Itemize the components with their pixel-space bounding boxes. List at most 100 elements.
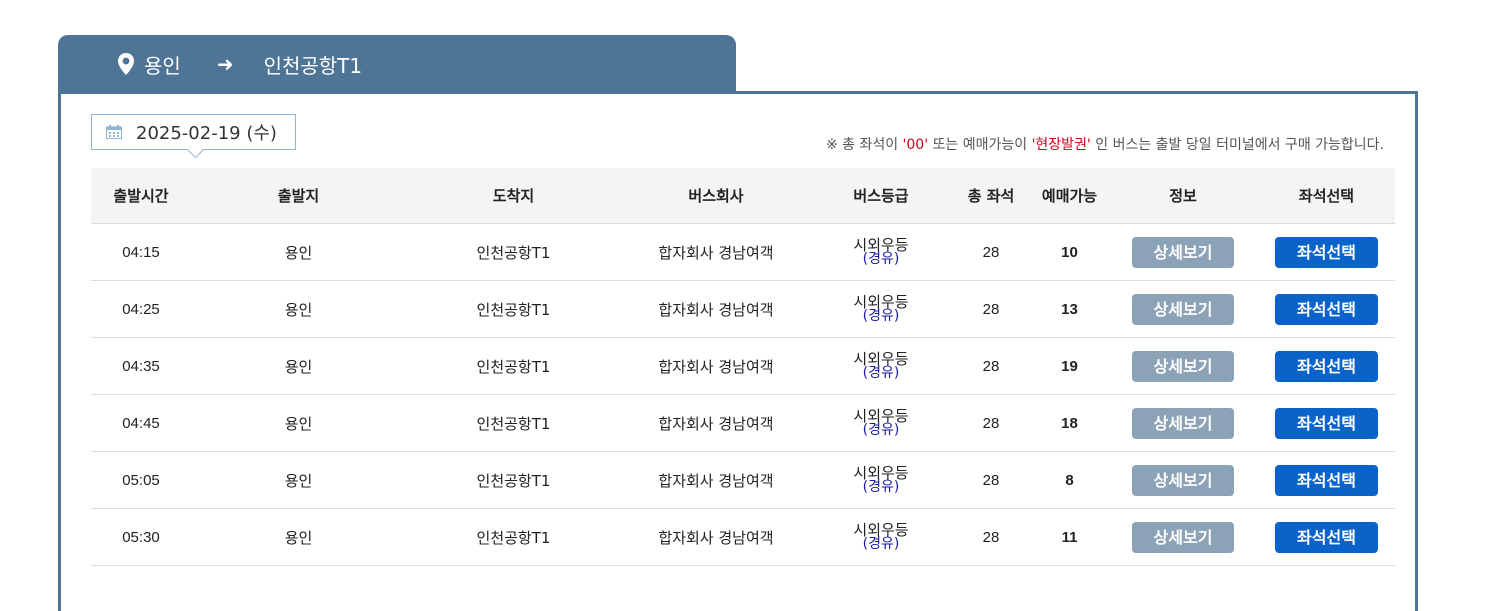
info-cell: 상세보기 [1108,508,1258,566]
table-row: 04:45 용인 인천공항T1 합자회사 경남여객 시외우등 (경유) 28 18… [91,394,1395,452]
header-info: 정보 [1108,168,1258,224]
notice-suffix: 인 버스는 출발 당일 터미널에서 구매 가능합니다. [1090,137,1384,153]
available-seats: 19 [1031,337,1108,395]
bus-company: 합자회사 경남여객 [621,280,811,338]
available-seats: 11 [1031,508,1108,566]
detail-button[interactable]: 상세보기 [1132,464,1234,496]
info-cell: 상세보기 [1108,337,1258,395]
total-seats: 28 [951,223,1031,281]
seat-select-button[interactable]: 좌석선택 [1275,236,1378,268]
seat-select-button[interactable]: 좌석선택 [1275,350,1378,382]
select-cell: 좌석선택 [1258,223,1395,281]
origin: 용인 [191,223,406,281]
notice-middle: 또는 예매가능이 [928,137,1032,153]
departure-time: 05:30 [91,508,191,566]
total-seats: 28 [951,394,1031,452]
header-destination: 도착지 [406,168,621,224]
available-seats: 8 [1031,451,1108,509]
available-seats: 18 [1031,394,1108,452]
bus-company: 합자회사 경남여객 [621,451,811,509]
detail-button[interactable]: 상세보기 [1132,236,1234,268]
total-seats: 28 [951,337,1031,395]
seat-select-button[interactable]: 좌석선택 [1275,407,1378,439]
total-seats: 28 [951,280,1031,338]
detail-button[interactable]: 상세보기 [1132,521,1234,553]
destination: 인천공항T1 [406,451,621,509]
bus-grade-cell: 시외우등 (경유) [811,280,951,338]
via-label: (경유) [862,307,900,324]
bus-company: 합자회사 경남여객 [621,337,811,395]
available-seats: 13 [1031,280,1108,338]
seat-select-button[interactable]: 좌석선택 [1275,521,1378,553]
bus-timetable: 출발시간 출발지 도착지 버스회사 버스등급 총 좌석 예매가능 정보 좌석선택… [91,168,1395,566]
table-row: 05:30 용인 인천공항T1 합자회사 경남여객 시외우등 (경유) 28 11… [91,508,1395,566]
bus-grade-cell: 시외우등 (경유) [811,337,951,395]
route-destination: 인천공항T1 [263,53,363,78]
origin: 용인 [191,280,406,338]
origin: 용인 [191,394,406,452]
destination: 인천공항T1 [406,508,621,566]
date-picker[interactable]: 2025-02-19 (수) [91,114,296,150]
destination: 인천공항T1 [406,280,621,338]
departure-time: 04:45 [91,394,191,452]
via-label: (경유) [862,250,900,267]
info-cell: 상세보기 [1108,280,1258,338]
header-total-seats: 총 좌석 [951,168,1031,224]
seat-select-button[interactable]: 좌석선택 [1275,293,1378,325]
select-cell: 좌석선택 [1258,337,1395,395]
header-bus-grade: 버스등급 [811,168,951,224]
notice-prefix: ※ 총 좌석이 [825,137,903,153]
info-cell: 상세보기 [1108,451,1258,509]
detail-button[interactable]: 상세보기 [1132,350,1234,382]
detail-button[interactable]: 상세보기 [1132,293,1234,325]
notice-zero-seats: '00' [902,137,929,153]
table-row: 04:25 용인 인천공항T1 합자회사 경남여객 시외우등 (경유) 28 13… [91,280,1395,338]
total-seats: 28 [951,508,1031,566]
selected-date: 2025-02-19 (수) [136,123,277,144]
header-origin: 출발지 [191,168,406,224]
notice-onsite: '현장발권' [1031,137,1091,153]
route-header: 용인 ➜ 인천공항T1 [58,35,736,93]
detail-button[interactable]: 상세보기 [1132,407,1234,439]
header-available: 예매가능 [1031,168,1108,224]
bus-grade-cell: 시외우등 (경유) [811,451,951,509]
available-seats: 10 [1031,223,1108,281]
bus-company: 합자회사 경남여객 [621,223,811,281]
bus-grade-cell: 시외우등 (경유) [811,394,951,452]
calendar-icon [106,125,122,139]
bus-grade-cell: 시외우등 (경유) [811,508,951,566]
purchase-notice: ※ 총 좌석이 '00' 또는 예매가능이 '현장발권' 인 버스는 출발 당일… [826,134,1384,154]
table-header-row: 출발시간 출발지 도착지 버스회사 버스등급 총 좌석 예매가능 정보 좌석선택 [91,168,1395,224]
departure-time: 04:35 [91,337,191,395]
route-origin: 용인 [144,53,181,78]
departure-time: 04:15 [91,223,191,281]
bus-company: 합자회사 경남여객 [621,508,811,566]
select-cell: 좌석선택 [1258,451,1395,509]
via-label: (경유) [862,535,900,552]
table-row: 04:15 용인 인천공항T1 합자회사 경남여객 시외우등 (경유) 28 10… [91,223,1395,281]
table-row: 05:05 용인 인천공항T1 합자회사 경남여객 시외우등 (경유) 28 8 … [91,451,1395,509]
bus-company: 합자회사 경남여객 [621,394,811,452]
select-cell: 좌석선택 [1258,508,1395,566]
bus-grade-cell: 시외우등 (경유) [811,223,951,281]
via-label: (경유) [862,421,900,438]
info-cell: 상세보기 [1108,394,1258,452]
via-label: (경유) [862,478,900,495]
seat-select-button[interactable]: 좌석선택 [1275,464,1378,496]
header-departure-time: 출발시간 [91,168,191,224]
select-cell: 좌석선택 [1258,394,1395,452]
origin: 용인 [191,451,406,509]
via-label: (경유) [862,364,900,381]
header-bus-company: 버스회사 [621,168,811,224]
location-pin-icon [118,53,134,75]
header-seat-select: 좌석선택 [1258,168,1395,224]
destination: 인천공항T1 [406,394,621,452]
destination: 인천공항T1 [406,223,621,281]
total-seats: 28 [951,451,1031,509]
origin: 용인 [191,508,406,566]
destination: 인천공항T1 [406,337,621,395]
departure-time: 04:25 [91,280,191,338]
departure-time: 05:05 [91,451,191,509]
table-row: 04:35 용인 인천공항T1 합자회사 경남여객 시외우등 (경유) 28 19… [91,337,1395,395]
select-cell: 좌석선택 [1258,280,1395,338]
